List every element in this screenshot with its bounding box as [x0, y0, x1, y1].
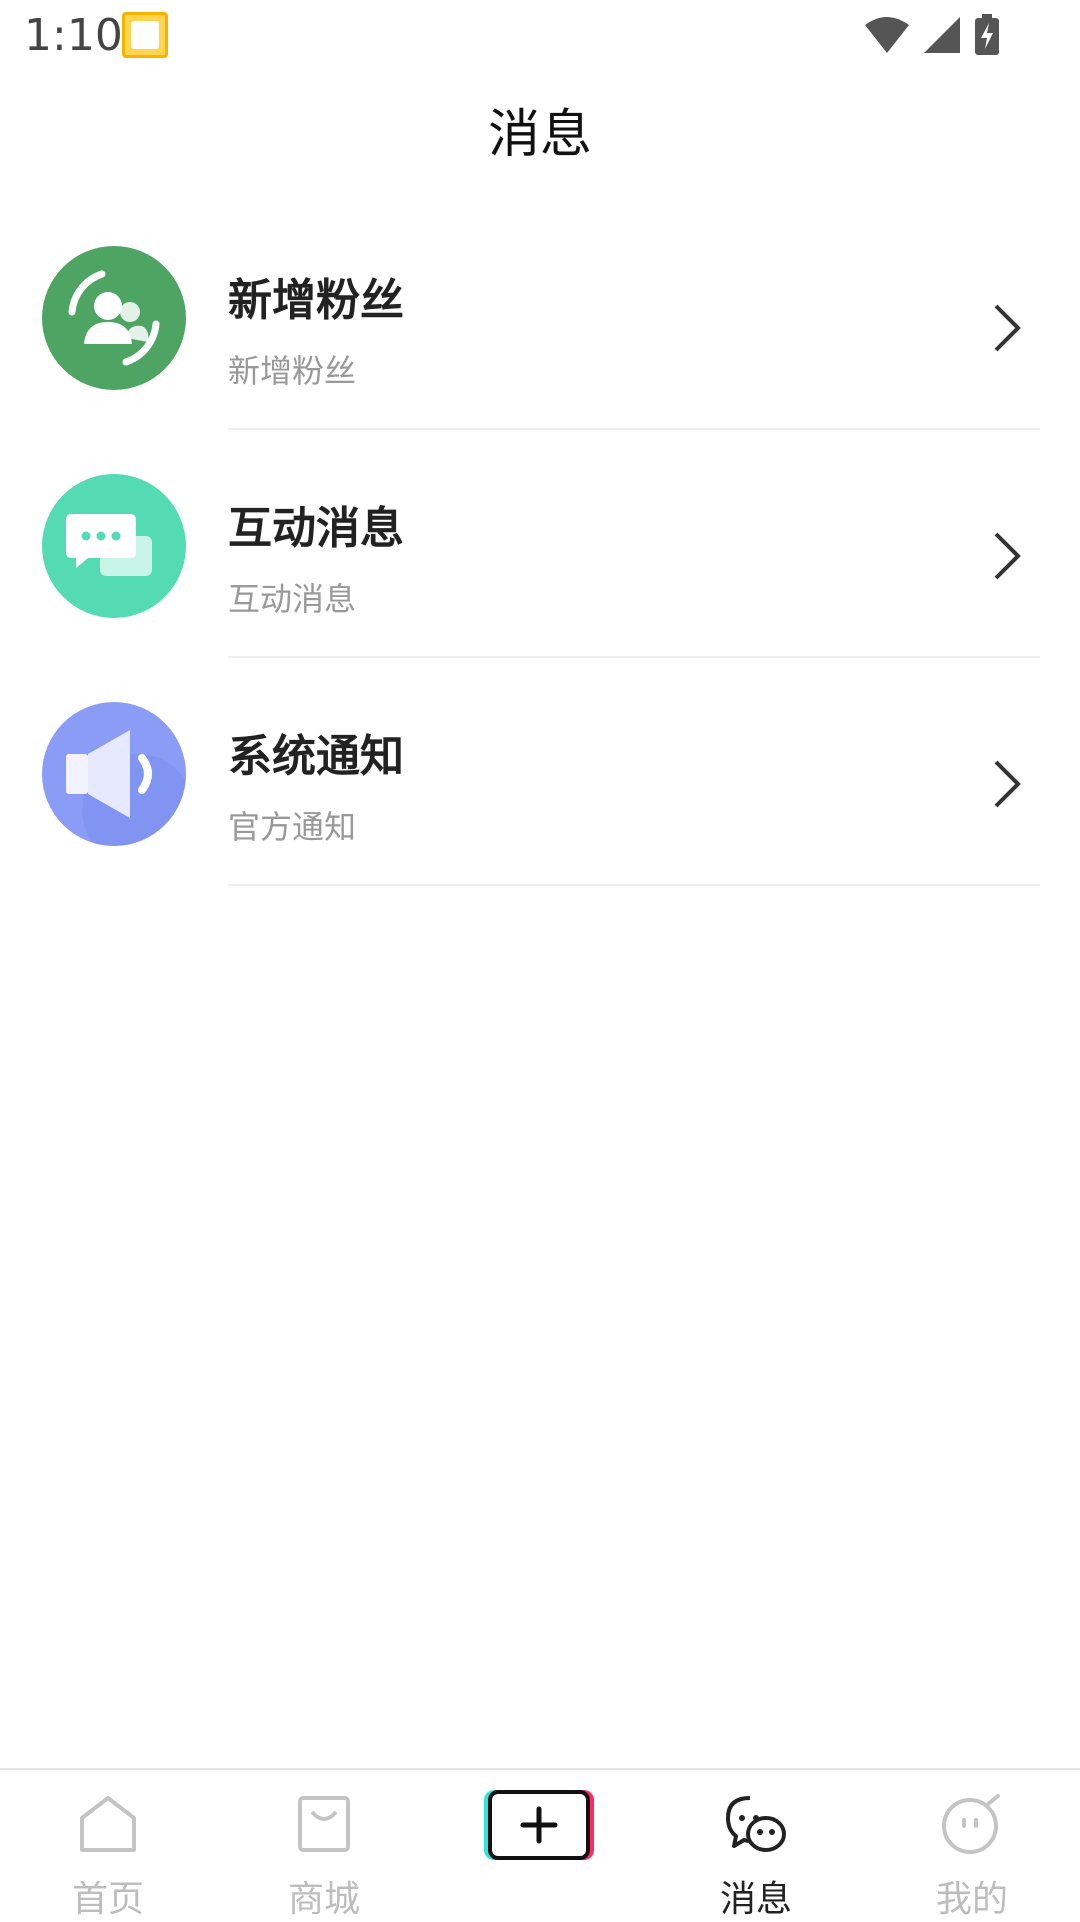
shopping-bag-icon — [298, 1796, 350, 1852]
battery-charging-icon — [975, 14, 999, 55]
tab-messages[interactable]: 消息 — [648, 1770, 864, 1920]
tab-label: 首页 — [71, 1879, 144, 1920]
chevron-right-icon — [994, 760, 1021, 808]
list-item-system-notice[interactable]: 系统通知 官方通知 — [0, 684, 1080, 912]
plus-icon — [520, 1806, 558, 1844]
signal-icon — [924, 17, 960, 53]
new-fans-icon — [42, 246, 186, 390]
status-icons — [864, 12, 1000, 58]
divider — [228, 884, 1040, 886]
chevron-right-icon — [994, 532, 1021, 580]
chevron-right-icon — [994, 304, 1021, 352]
message-icon — [726, 1796, 786, 1852]
status-bar: 1:10 — [0, 0, 1080, 72]
list-item-new-fans[interactable]: 新增粉丝 新增粉丝 — [0, 228, 1080, 456]
speaker-icon — [42, 702, 186, 846]
list-item-subtitle: 互动消息 — [228, 580, 357, 618]
app-notification-icon — [122, 12, 168, 58]
list-item-subtitle: 官方通知 — [228, 808, 357, 846]
list-item-interaction[interactable]: 互动消息 互动消息 — [0, 456, 1080, 684]
tab-mall[interactable]: 商城 — [216, 1770, 432, 1920]
message-list: 新增粉丝 新增粉丝 互动消息 互动消息 系统通知 官方通知 — [0, 228, 1080, 912]
list-item-title: 系统通知 — [228, 731, 404, 782]
status-time: 1:10 — [24, 10, 123, 61]
list-item-title: 新增粉丝 — [228, 275, 404, 326]
list-item-subtitle: 新增粉丝 — [228, 352, 357, 390]
publish-button[interactable] — [488, 1790, 590, 1860]
profile-face-icon — [942, 1794, 1000, 1854]
tab-label: 我的 — [935, 1879, 1008, 1920]
wifi-icon — [865, 17, 909, 53]
page-title: 消息 — [487, 105, 592, 165]
tab-label: 消息 — [719, 1879, 792, 1920]
list-item-title: 互动消息 — [228, 503, 404, 554]
tab-mine[interactable]: 我的 — [864, 1770, 1080, 1920]
bottom-nav: 首页 商城 消息 我的 — [0, 1768, 1080, 1922]
tab-label: 商城 — [287, 1879, 360, 1920]
home-icon — [80, 1796, 136, 1852]
divider — [228, 656, 1040, 658]
chat-bubbles-icon — [42, 474, 186, 618]
tab-home[interactable]: 首页 — [0, 1770, 216, 1920]
divider — [228, 428, 1040, 430]
